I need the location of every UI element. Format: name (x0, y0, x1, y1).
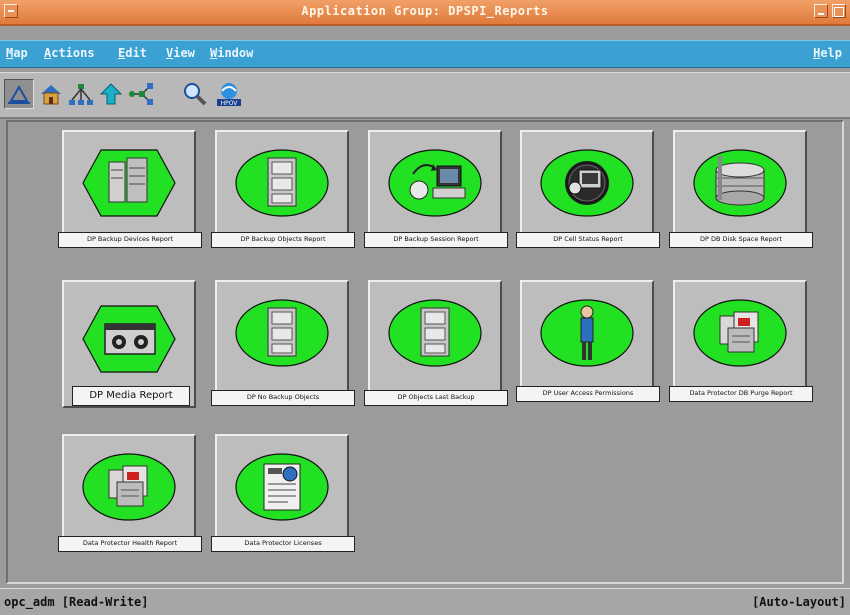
user-figure-icon (540, 299, 634, 367)
parent-hierarchy-button[interactable] (66, 79, 96, 109)
symbol-data-protector-db-purge-report[interactable]: Data Protector DB Purge Report (669, 280, 813, 402)
up-arrow-icon (99, 83, 123, 105)
report-docs-icon (693, 299, 787, 367)
root-map-button[interactable] (36, 79, 66, 109)
home-map-button[interactable] (4, 79, 34, 109)
symbol-dp-backup-session-report[interactable]: DP Backup Session Report (364, 130, 508, 248)
network-icon (129, 83, 153, 105)
symbol-dp-objects-last-backup[interactable]: DP Objects Last Backup (364, 280, 508, 406)
license-icon (235, 453, 329, 521)
symbol-dp-user-access-permissions[interactable]: DP User Access Permissions (516, 280, 660, 402)
symbol-label: DP Objects Last Backup (364, 390, 508, 406)
server-icon (82, 149, 176, 217)
symbol-dp-backup-objects-report[interactable]: DP Backup Objects Report (211, 130, 355, 248)
symbol-label: DP Cell Status Report (516, 232, 660, 248)
house-icon (41, 85, 61, 105)
menu-actions-label: ctions (51, 46, 95, 60)
filing-cabinet-icon (235, 149, 329, 217)
svg-text:HPOV: HPOV (221, 100, 239, 107)
symbol-label: Data Protector DB Purge Report (669, 386, 813, 402)
menu-window[interactable]: Window (210, 46, 253, 60)
menu-help-label: elp (820, 46, 842, 60)
filing-cabinet-icon (388, 299, 482, 367)
menu-edit[interactable]: Edit (118, 46, 147, 60)
maximize-button[interactable] (832, 4, 846, 18)
hierarchy-icon (69, 84, 93, 105)
symbol-label: DP Backup Objects Report (211, 232, 355, 248)
report-docs-icon (82, 453, 176, 521)
menu-map[interactable]: Map (6, 46, 28, 60)
disk-stack-icon (693, 149, 787, 217)
menu-view[interactable]: View (166, 46, 195, 60)
filing-cabinet-icon (235, 299, 329, 367)
backup-session-icon (388, 149, 482, 217)
minimize-button[interactable] (814, 4, 828, 18)
triangle-home-icon (8, 84, 30, 104)
magnifier-icon (184, 83, 207, 106)
title-bar[interactable]: Application Group: DPSPI_Reports (0, 0, 850, 26)
menu-map-label: ap (13, 46, 28, 60)
hpov-logo-icon: HPOV (217, 83, 241, 107)
symbol-label: DP Backup Devices Report (58, 232, 202, 248)
find-button[interactable] (180, 79, 210, 109)
go-up-button[interactable] (96, 79, 126, 109)
map-canvas[interactable]: DP Backup Devices Report DP Backup Objec… (6, 120, 844, 584)
menu-edit-label: dit (125, 46, 147, 60)
hp-openview-button[interactable]: HPOV (214, 79, 244, 109)
cell-status-icon (540, 149, 634, 217)
status-bar: opc_adm [Read-Write] [Auto-Layout] (0, 588, 850, 615)
menu-help[interactable]: Help (813, 46, 842, 60)
symbol-label: DP DB Disk Space Report (669, 232, 813, 248)
menu-window-label: indow (217, 46, 254, 60)
application-window: Application Group: DPSPI_Reports Map Act… (0, 0, 850, 615)
symbol-label: DP User Access Permissions (516, 386, 660, 402)
symbol-label: DP Media Report (72, 386, 190, 406)
symbol-dp-cell-status-report[interactable]: DP Cell Status Report (516, 130, 660, 248)
menu-bar: Map Actions Edit View Window Help (0, 40, 850, 68)
symbol-dp-no-backup-objects[interactable]: DP No Backup Objects (211, 280, 355, 406)
symbol-label: Data Protector Licenses (211, 536, 355, 552)
symbol-dp-media-report[interactable]: DP Media Report (62, 280, 196, 408)
status-layout-mode: [Auto-Layout] (752, 595, 846, 609)
symbol-dp-db-disk-space-report[interactable]: DP DB Disk Space Report (669, 130, 813, 248)
menu-actions[interactable]: Actions (44, 46, 95, 60)
network-view-button[interactable] (126, 79, 156, 109)
symbol-label: DP No Backup Objects (211, 390, 355, 406)
symbol-label: Data Protector Health Report (58, 536, 202, 552)
window-title: Application Group: DPSPI_Reports (301, 4, 549, 18)
symbol-data-protector-health-report[interactable]: Data Protector Health Report (58, 434, 202, 552)
tape-cartridge-icon (82, 305, 176, 373)
status-user-mode: opc_adm [Read-Write] (4, 595, 149, 609)
toolbar: HPOV (0, 72, 850, 119)
symbol-dp-backup-devices-report[interactable]: DP Backup Devices Report (58, 130, 202, 248)
symbol-data-protector-licenses[interactable]: Data Protector Licenses (211, 434, 355, 552)
menu-view-label: iew (173, 46, 195, 60)
symbol-label: DP Backup Session Report (364, 232, 508, 248)
